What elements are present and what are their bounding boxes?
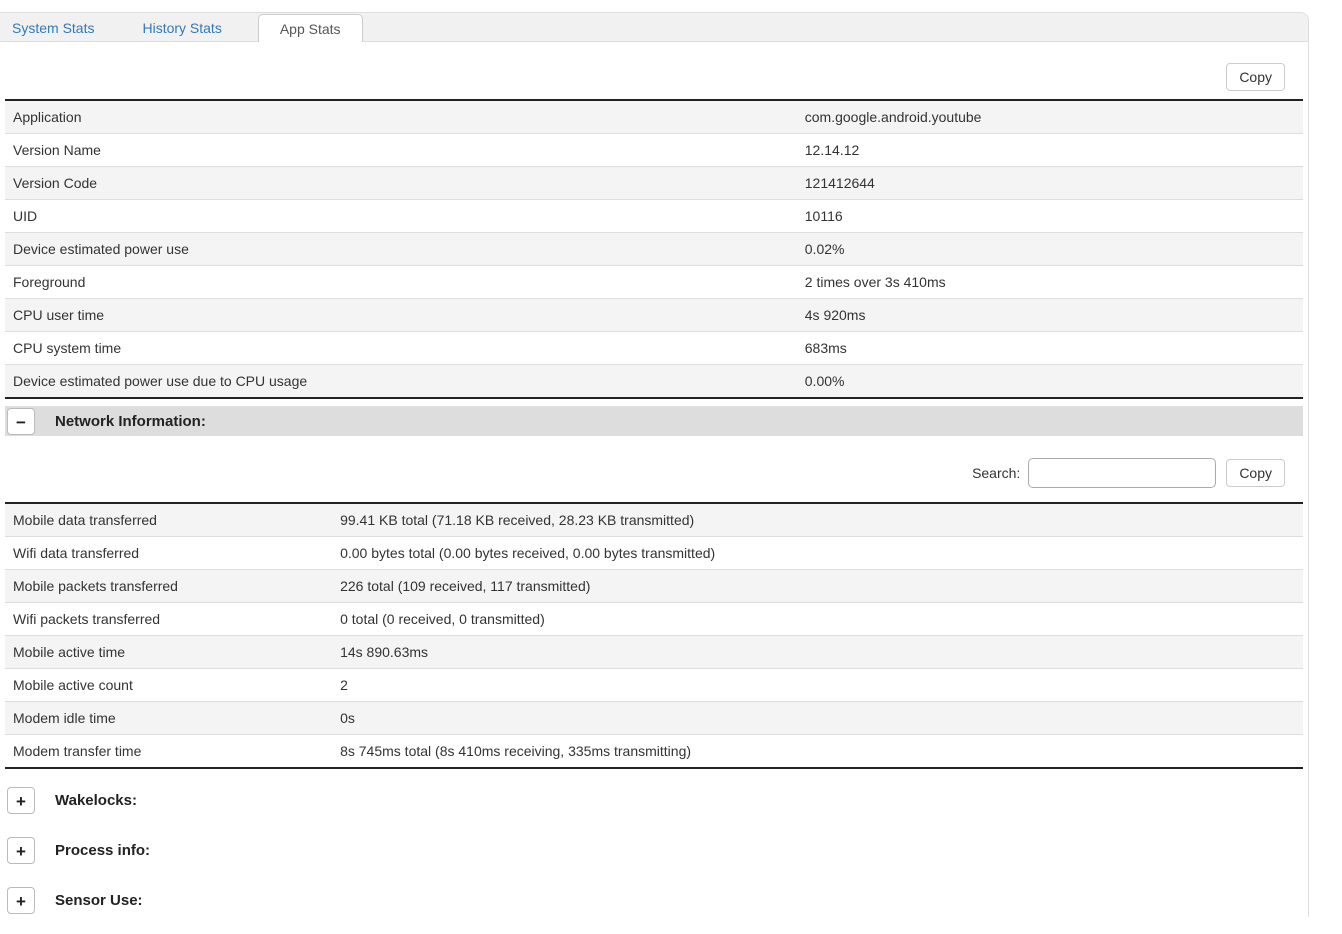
row-value: 4s 920ms: [797, 299, 1303, 332]
row-label: Modem idle time: [5, 702, 332, 735]
expand-wakelocks-button[interactable]: +: [7, 787, 35, 814]
network-information-header: − Network Information:: [5, 406, 1303, 436]
process-info-title: Process info:: [55, 842, 150, 859]
expand-sensor-use-button[interactable]: +: [7, 887, 35, 914]
row-value: 2 times over 3s 410ms: [797, 266, 1303, 299]
row-value: com.google.android.youtube: [797, 100, 1303, 134]
table-row: Wifi packets transferred 0 total (0 rece…: [5, 603, 1303, 636]
table-row: Mobile active count 2: [5, 669, 1303, 702]
tab-system-stats[interactable]: System Stats: [0, 13, 106, 41]
row-label: Version Code: [5, 167, 797, 200]
search-input[interactable]: [1028, 458, 1216, 488]
row-label: Mobile data transferred: [5, 503, 332, 537]
row-label: Application: [5, 100, 797, 134]
row-label: Wifi data transferred: [5, 537, 332, 570]
row-value: 0.00 bytes total (0.00 bytes received, 0…: [332, 537, 1303, 570]
row-value: 12.14.12: [797, 134, 1303, 167]
network-information-title: Network Information:: [55, 413, 206, 430]
row-label: Mobile active time: [5, 636, 332, 669]
tab-app-stats[interactable]: App Stats: [258, 14, 363, 42]
table-row: Wifi data transferred 0.00 bytes total (…: [5, 537, 1303, 570]
app-stats-panel: System Stats History Stats App Stats Cop…: [0, 12, 1309, 917]
table-row: UID 10116: [5, 200, 1303, 233]
row-value: 0.02%: [797, 233, 1303, 266]
row-label: CPU system time: [5, 332, 797, 365]
row-label: Wifi packets transferred: [5, 603, 332, 636]
row-value: 99.41 KB total (71.18 KB received, 28.23…: [332, 503, 1303, 537]
table-row: Mobile data transferred 99.41 KB total (…: [5, 503, 1303, 537]
row-value: 2: [332, 669, 1303, 702]
table-row: Foreground 2 times over 3s 410ms: [5, 266, 1303, 299]
sensor-use-header: + Sensor Use:: [7, 887, 1303, 914]
tab-history-stats[interactable]: History Stats: [130, 13, 233, 41]
table-row: Modem idle time 0s: [5, 702, 1303, 735]
table-row: Mobile packets transferred 226 total (10…: [5, 570, 1303, 603]
row-value: 0s: [332, 702, 1303, 735]
collapsed-sections: + Wakelocks: + Process info: + Sensor Us…: [5, 787, 1303, 914]
table-row: Device estimated power use 0.02%: [5, 233, 1303, 266]
network-table-toolbar: Search: Copy: [5, 458, 1285, 488]
row-label: Device estimated power use: [5, 233, 797, 266]
row-label: Mobile packets transferred: [5, 570, 332, 603]
row-label: CPU user time: [5, 299, 797, 332]
sensor-use-title: Sensor Use:: [55, 892, 143, 909]
network-stats-table: Mobile data transferred 99.41 KB total (…: [5, 502, 1303, 769]
row-label: Version Name: [5, 134, 797, 167]
row-label: Mobile active count: [5, 669, 332, 702]
row-label: Device estimated power use due to CPU us…: [5, 365, 797, 399]
copy-app-stats-button[interactable]: Copy: [1226, 63, 1285, 91]
tab-bar: System Stats History Stats App Stats: [0, 12, 1308, 42]
copy-network-stats-button[interactable]: Copy: [1226, 459, 1285, 487]
table-row: Version Code 121412644: [5, 167, 1303, 200]
process-info-header: + Process info:: [7, 837, 1303, 864]
row-value: 683ms: [797, 332, 1303, 365]
wakelocks-title: Wakelocks:: [55, 792, 137, 809]
table-row: Application com.google.android.youtube: [5, 100, 1303, 134]
row-label: Foreground: [5, 266, 797, 299]
row-value: 0 total (0 received, 0 transmitted): [332, 603, 1303, 636]
row-value: 226 total (109 received, 117 transmitted…: [332, 570, 1303, 603]
table-row: Modem transfer time 8s 745ms total (8s 4…: [5, 735, 1303, 769]
table-row: Version Name 12.14.12: [5, 134, 1303, 167]
row-label: Modem transfer time: [5, 735, 332, 769]
row-value: 121412644: [797, 167, 1303, 200]
table-row: CPU system time 683ms: [5, 332, 1303, 365]
wakelocks-header: + Wakelocks:: [7, 787, 1303, 814]
table-row: CPU user time 4s 920ms: [5, 299, 1303, 332]
table-row: Device estimated power use due to CPU us…: [5, 365, 1303, 399]
app-stats-table: Application com.google.android.youtube V…: [5, 99, 1303, 399]
row-value: 8s 745ms total (8s 410ms receiving, 335m…: [332, 735, 1303, 769]
search-label: Search:: [972, 465, 1020, 481]
app-table-toolbar: Copy: [5, 63, 1285, 91]
row-value: 14s 890.63ms: [332, 636, 1303, 669]
row-label: UID: [5, 200, 797, 233]
table-row: Mobile active time 14s 890.63ms: [5, 636, 1303, 669]
collapse-network-button[interactable]: −: [7, 408, 35, 435]
panel-body: Copy Application com.google.android.yout…: [0, 63, 1308, 914]
row-value: 0.00%: [797, 365, 1303, 399]
expand-process-info-button[interactable]: +: [7, 837, 35, 864]
row-value: 10116: [797, 200, 1303, 233]
